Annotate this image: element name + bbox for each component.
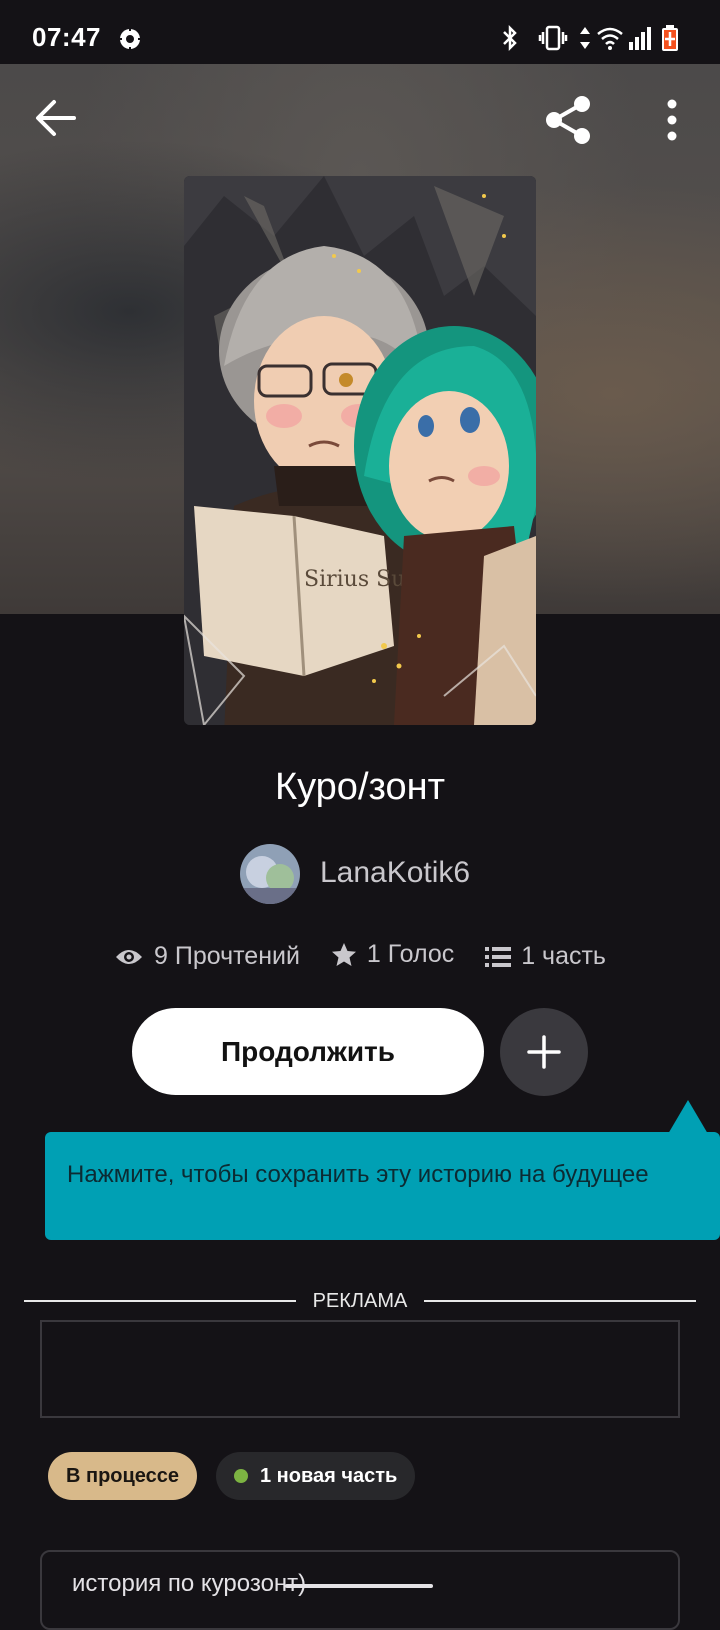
parts-count: 1 часть xyxy=(521,942,606,970)
tooltip-text: Нажмите, чтобы сохранить эту историю на … xyxy=(67,1161,649,1188)
ad-banner[interactable] xyxy=(40,1320,680,1418)
reads-count: 9 Прочтений xyxy=(154,942,300,970)
share-icon[interactable] xyxy=(542,94,594,146)
ad-divider-right xyxy=(424,1300,696,1302)
description-strike-line xyxy=(285,1584,433,1588)
parts-stat: 1 часть xyxy=(485,942,606,971)
votes-stat: 1 Голос xyxy=(331,940,454,969)
new-parts-label: 1 новая часть xyxy=(260,1464,398,1487)
star-icon xyxy=(331,942,356,966)
reads-stat: 9 Прочтений xyxy=(114,942,300,971)
status-time: 07:47 xyxy=(32,22,101,52)
status-badge: В процессе xyxy=(48,1452,198,1500)
author-name[interactable]: LanaKotik6 xyxy=(320,856,470,890)
new-parts-badge: 1 новая часть xyxy=(216,1452,416,1500)
ad-label: РЕКЛАМА xyxy=(312,1290,408,1312)
ad-divider-left xyxy=(24,1300,296,1302)
author-avatar[interactable] xyxy=(240,844,300,904)
vibrate-icon xyxy=(538,25,568,51)
signal-icon xyxy=(629,27,651,50)
more-vertical-icon[interactable] xyxy=(652,96,692,144)
story-title: Куро/зонт xyxy=(274,766,446,808)
votes-count: 1 Голос xyxy=(366,940,455,968)
battery-charging-icon xyxy=(662,25,678,51)
settings-icon xyxy=(119,28,141,50)
new-dot-icon xyxy=(234,1469,248,1483)
back-arrow-icon[interactable] xyxy=(34,96,78,140)
cover-illustration: Sirius Sunet xyxy=(184,176,536,725)
wifi-icon xyxy=(597,27,623,50)
continue-reading-button[interactable]: Продолжить xyxy=(132,1008,484,1095)
list-icon xyxy=(485,946,512,967)
save-story-tooltip[interactable]: Нажмите, чтобы сохранить эту историю на … xyxy=(45,1132,720,1240)
story-stats: 9 Прочтений 1 Голос 1 часть xyxy=(0,940,720,975)
description-text: история по курозонт) xyxy=(72,1570,307,1597)
plus-icon xyxy=(527,1035,561,1069)
add-to-library-button[interactable] xyxy=(500,1008,588,1096)
bluetooth-icon xyxy=(503,24,517,52)
data-arrows-icon xyxy=(580,27,590,49)
story-cover-image[interactable]: Sirius Sunet xyxy=(184,176,536,725)
eye-icon xyxy=(116,949,143,964)
tooltip-arrow xyxy=(668,1100,708,1134)
